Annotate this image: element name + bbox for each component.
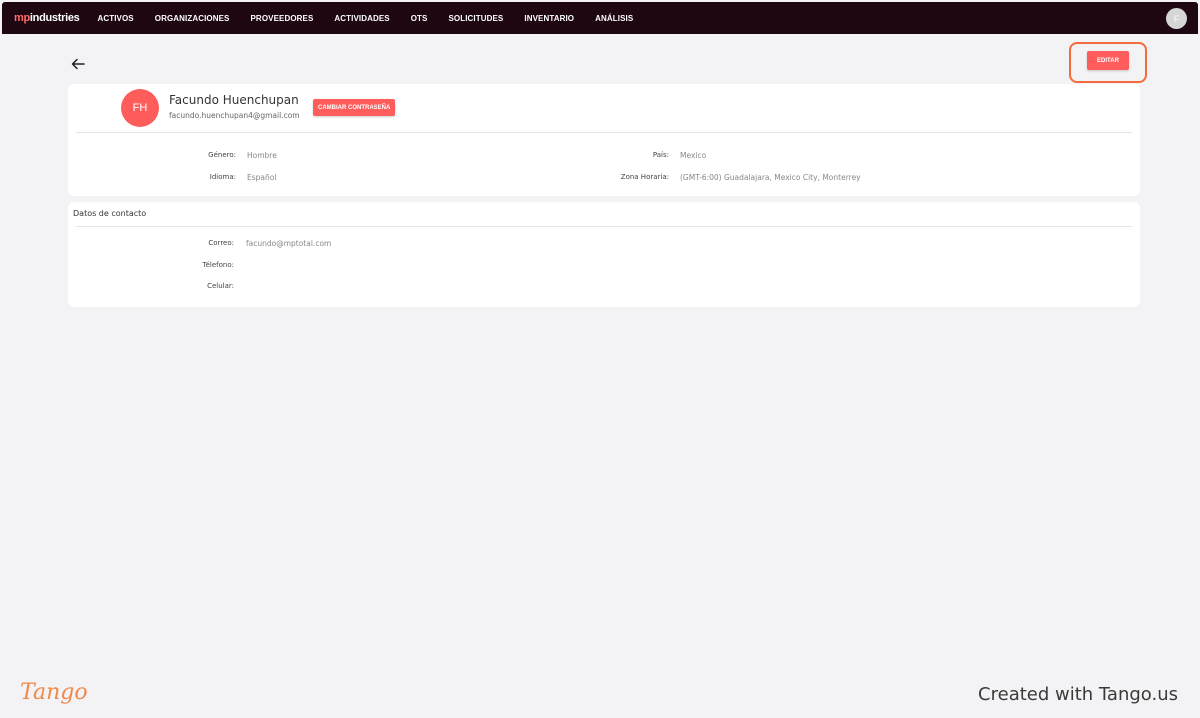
nav-item-ots[interactable]: OTS (411, 14, 428, 23)
profile-name: Facundo Huenchupan (169, 93, 299, 107)
tango-logo: Tango (20, 680, 88, 705)
timezone-label: Zona Horaria: (620, 173, 669, 181)
nav-item-activos[interactable]: ACTIVOS (97, 14, 133, 23)
edit-button[interactable]: EDITAR (1087, 51, 1129, 70)
app-logo[interactable]: mp industries (14, 12, 80, 24)
change-password-button[interactable]: CAMBIAR CONTRASEÑA (313, 99, 396, 116)
nav-menu: ACTIVOS ORGANIZACIONES PROVEEDORES ACTIV… (97, 14, 654, 23)
app-window: mp industries ACTIVOS ORGANIZACIONES PROV… (0, 0, 1200, 718)
arrow-left-icon[interactable] (70, 56, 86, 72)
divider (76, 226, 1132, 227)
language-value: Español (247, 173, 277, 182)
nav-item-inventario[interactable]: INVENTARIO (524, 14, 574, 23)
profile-card: FH Facundo Huenchupan facundo.huenchupan… (68, 84, 1140, 196)
country-value: Mexico (680, 151, 707, 160)
phone-label: Télefono: (202, 261, 234, 269)
user-avatar-button[interactable]: F (1166, 8, 1187, 29)
logo-mp: mp (14, 12, 30, 24)
contact-section-title: Datos de contacto (73, 209, 147, 218)
nav-item-proveedores[interactable]: PROVEEDORES (251, 14, 314, 23)
profile-avatar: FH (121, 89, 159, 127)
nav-item-organizaciones[interactable]: ORGANIZACIONES (155, 14, 230, 23)
mobile-label: Celular: (207, 282, 234, 290)
nav-item-actividades[interactable]: ACTIVIDADES (334, 14, 389, 23)
gender-value: Hombre (247, 151, 277, 160)
timezone-value: (GMT-6:00) Guadalajara, Mexico City, Mon… (680, 173, 861, 182)
profile-email: facundo.huenchupan4@gmail.com (169, 111, 300, 120)
divider (76, 132, 1132, 133)
nav-item-analisis[interactable]: ANÁLISIS (595, 14, 633, 23)
tango-created-text: Created with Tango.us (978, 684, 1178, 705)
nav-item-solicitudes[interactable]: SOLICITUDES (448, 14, 503, 23)
gender-label: Género: (208, 151, 236, 159)
language-label: Idioma: (209, 173, 236, 181)
email-label: Correo: (208, 239, 234, 247)
contact-card: Datos de contacto Correo: facundo@mptota… (68, 202, 1140, 307)
country-label: País: (652, 151, 669, 159)
contact-email-value: facundo@mptotal.com (246, 239, 332, 248)
top-navbar: mp industries ACTIVOS ORGANIZACIONES PROV… (2, 2, 1198, 34)
logo-industries: industries (29, 12, 80, 24)
